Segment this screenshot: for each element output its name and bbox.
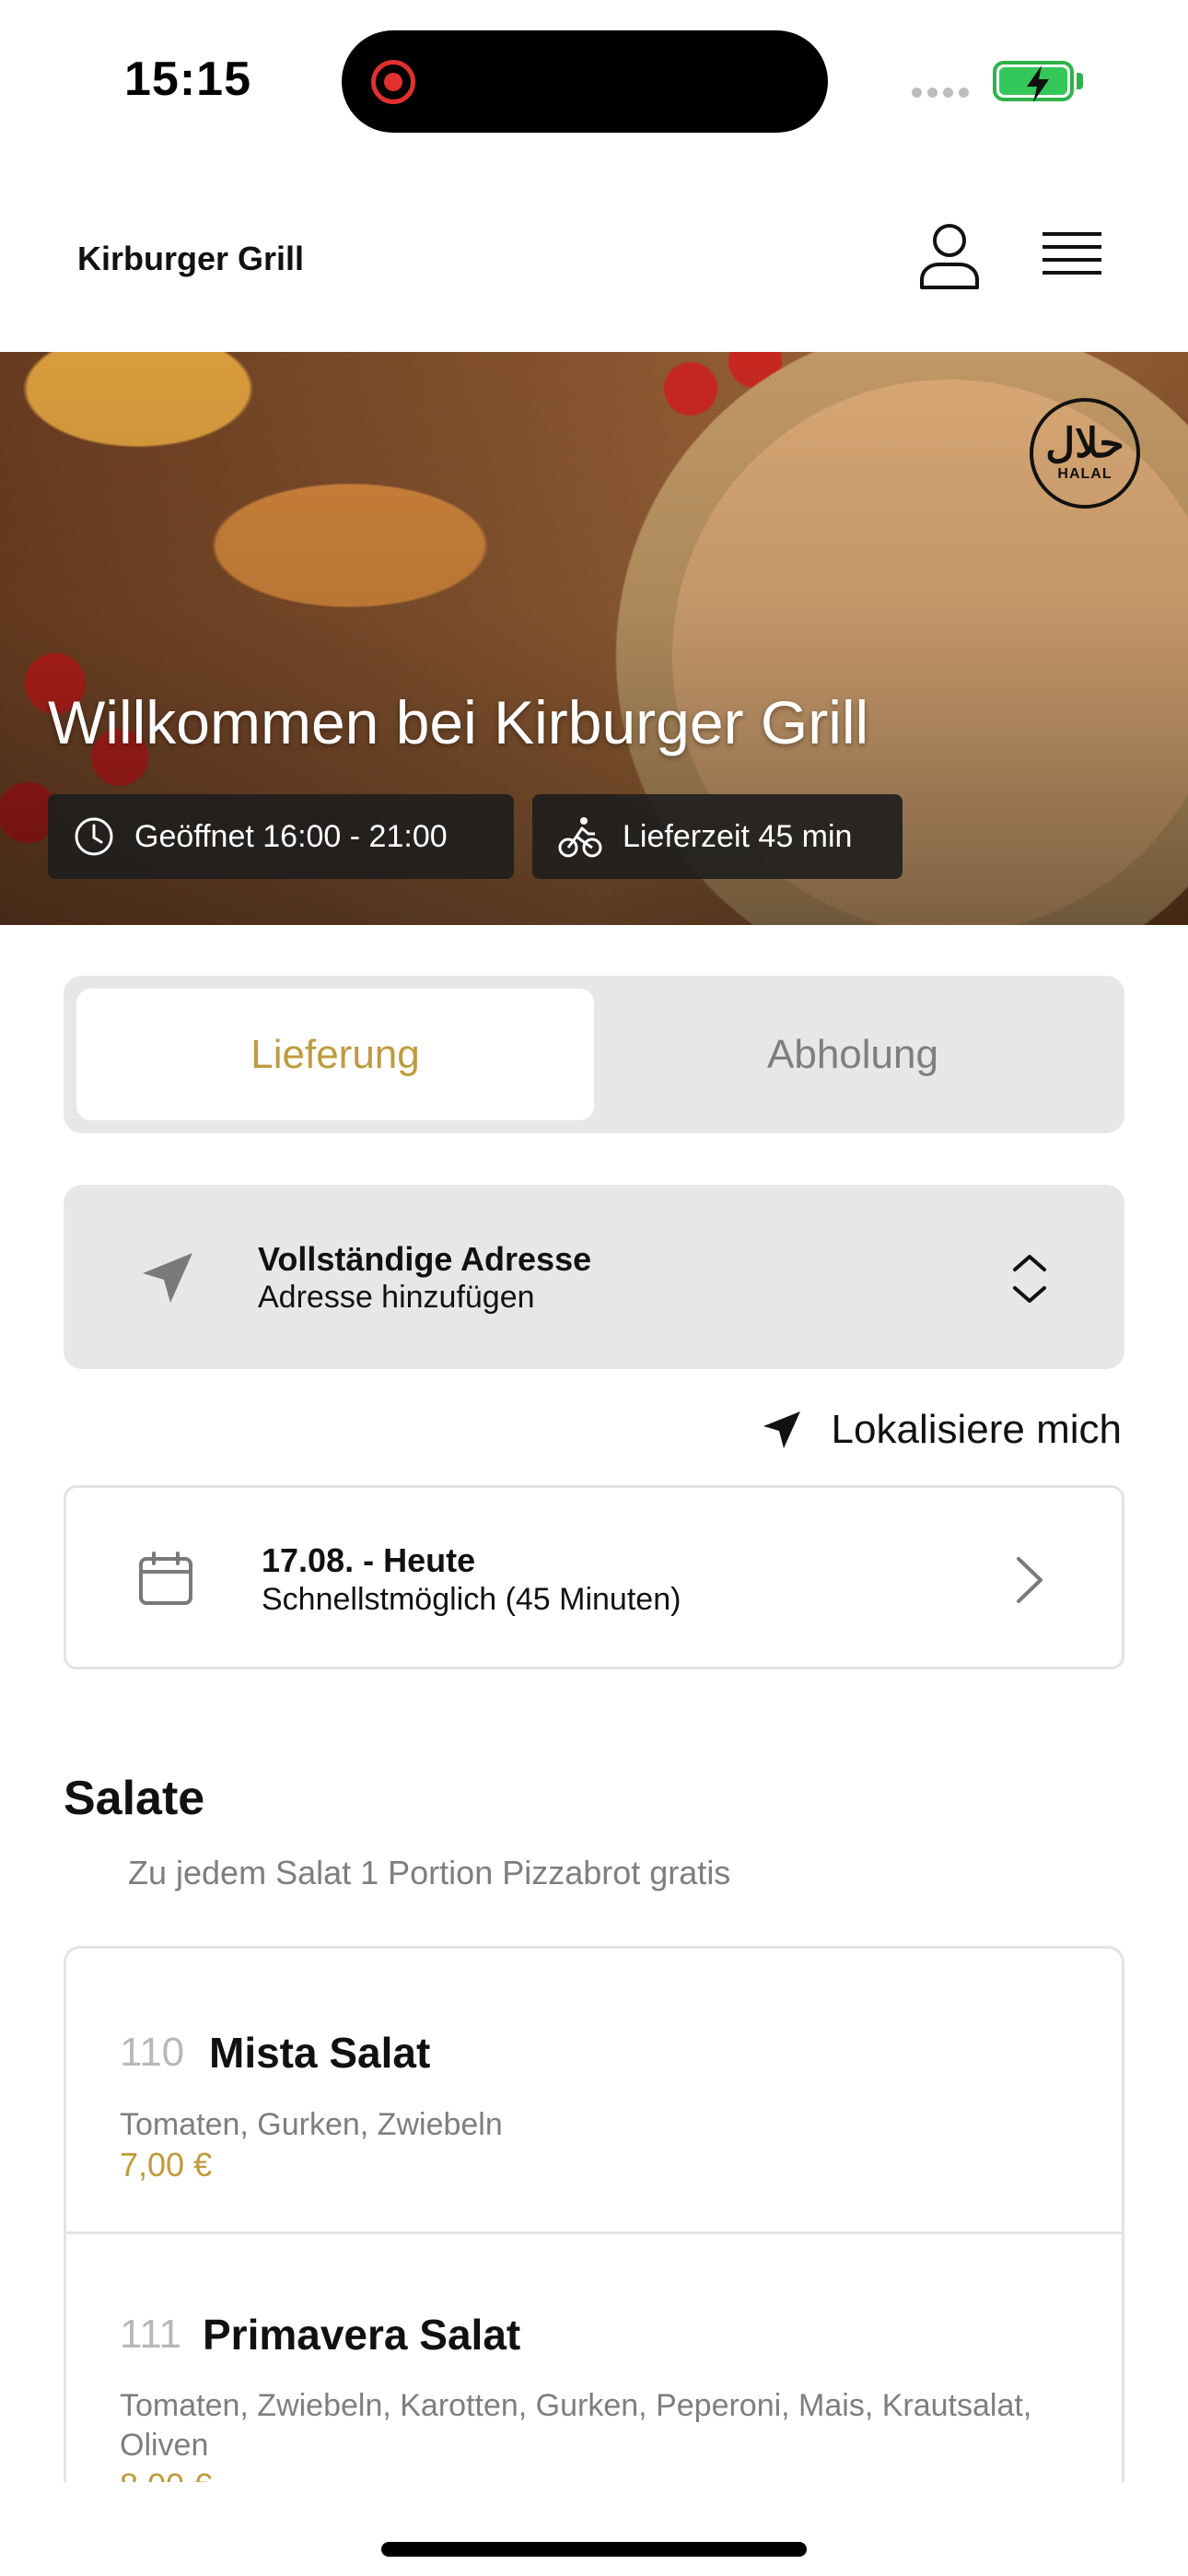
user-icon [920, 224, 979, 289]
calendar-icon [139, 1551, 192, 1605]
locate-me-button[interactable]: Lokalisiere mich [760, 1400, 1122, 1459]
address-title: Vollständige Adresse [258, 1240, 592, 1278]
delivery-time-selector[interactable]: 17.08. - Heute Schnellstmöglich (45 Minu… [64, 1485, 1124, 1669]
menu-icon [1042, 232, 1101, 275]
delivery-time-chip: Lieferzeit 45 min [532, 794, 903, 879]
item-description: Tomaten, Gurken, Zwiebeln [120, 2107, 503, 2142]
hero-title: Willkommen bei Kirburger Grill [48, 688, 869, 756]
location-arrow-icon [143, 1253, 192, 1303]
brand-name[interactable]: Kirburger Grill [77, 240, 304, 278]
chevron-right-icon [1017, 1557, 1042, 1603]
tab-pickup[interactable]: Abholung [594, 989, 1112, 1120]
delivery-time-text: Lieferzeit 45 min [623, 818, 853, 854]
menu-item[interactable]: 110 Mista Salat Tomaten, Gurken, Zwiebel… [66, 1949, 1122, 2234]
opening-hours-chip: Geöffnet 16:00 - 21:00 [48, 794, 514, 879]
schedule-date: 17.08. - Heute [262, 1541, 476, 1579]
item-number: 110 [120, 2030, 185, 2075]
screen-recording-icon [371, 60, 415, 104]
hero-banner: حلال HALAL Willkommen bei Kirburger Gril… [0, 352, 1188, 925]
item-number: 111 [120, 2312, 181, 2357]
schedule-time: Schnellstmöglich (45 Minuten) [262, 1582, 681, 1617]
cellular-signal-icon [912, 88, 971, 99]
location-arrow-icon [763, 1411, 800, 1448]
dynamic-island [342, 30, 828, 133]
tab-delivery[interactable]: Lieferung [76, 989, 594, 1120]
app-header: Kirburger Grill [0, 157, 1188, 352]
item-name: Mista Salat [209, 2029, 431, 2077]
status-time: 15:15 [124, 53, 251, 106]
item-description: Tomaten, Zwiebeln, Karotten, Gurken, Pep… [120, 2388, 1032, 2463]
halal-badge-icon: حلال HALAL [1030, 398, 1140, 509]
bicycle-icon [558, 817, 602, 858]
home-indicator[interactable] [381, 2542, 807, 2557]
chevron-up-down-icon [1013, 1255, 1046, 1303]
user-account-button[interactable] [917, 221, 982, 291]
hamburger-menu-button[interactable] [1042, 228, 1105, 284]
item-name: Primavera Salat [203, 2311, 521, 2359]
charging-bolt-icon [1027, 65, 1049, 102]
locate-me-label: Lokalisiere mich [831, 1407, 1122, 1452]
menu-section-title: Salate [64, 1772, 205, 1825]
order-mode-toggle: Lieferung Abholung [64, 976, 1124, 1133]
battery-icon [993, 61, 1074, 102]
address-selector[interactable]: Vollständige Adresse Adresse hinzufügen [64, 1185, 1124, 1369]
opening-hours-text: Geöffnet 16:00 - 21:00 [134, 818, 448, 854]
address-subtitle: Adresse hinzufügen [258, 1280, 535, 1315]
clock-icon [75, 817, 113, 856]
menu-section-note: Zu jedem Salat 1 Portion Pizzabrot grati… [128, 1854, 731, 1891]
item-price: 7,00 € [120, 2146, 213, 2184]
status-bar: 15:15 [0, 0, 1188, 157]
